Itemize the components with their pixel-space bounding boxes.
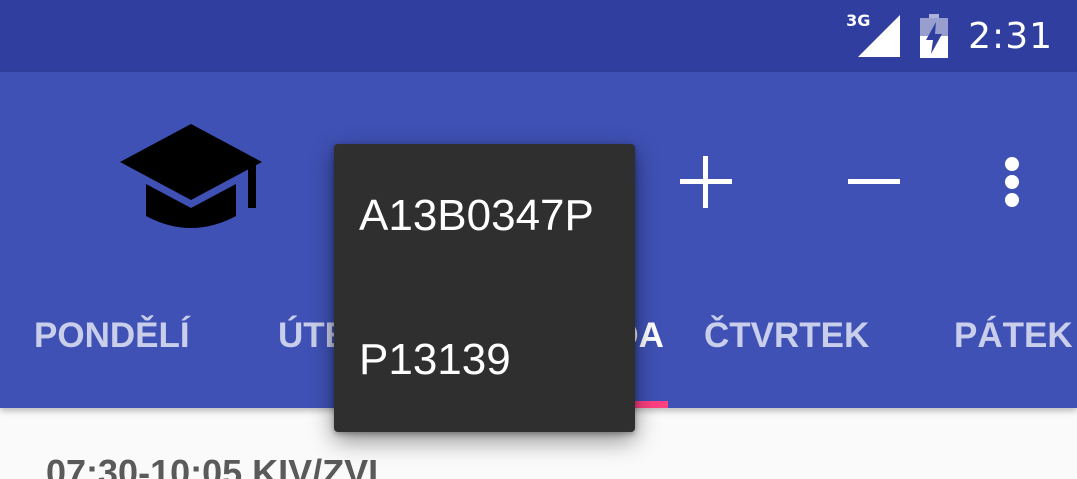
- more-vert-icon: [1005, 157, 1019, 207]
- status-time: 2:31: [968, 15, 1053, 57]
- minus-icon: [848, 179, 900, 184]
- schedule-item[interactable]: 07:30-10:05 KIV/ZVI: [46, 452, 378, 479]
- menu-item[interactable]: A13B0347P: [334, 144, 635, 288]
- tab-ctvrtek[interactable]: ČTVRTEK: [704, 308, 869, 364]
- remove-button[interactable]: [840, 148, 908, 216]
- add-button[interactable]: [672, 148, 740, 216]
- signal-icon: 3G: [846, 11, 901, 57]
- status-bar: 3G 2:31: [0, 0, 1077, 72]
- status-icons: 3G 2:31: [846, 0, 1053, 72]
- more-options-button[interactable]: [990, 148, 1034, 216]
- graduation-cap-icon[interactable]: [120, 124, 262, 238]
- network-type-label: 3G: [846, 11, 871, 30]
- battery-charging-icon: [920, 14, 949, 58]
- tab-patek[interactable]: PÁTEK: [954, 308, 1073, 364]
- plus-icon: [680, 156, 732, 208]
- tab-pondeli[interactable]: PONDĚLÍ: [34, 308, 190, 364]
- menu-item[interactable]: P13139: [334, 288, 635, 432]
- popup-menu: A13B0347P P13139: [334, 144, 635, 432]
